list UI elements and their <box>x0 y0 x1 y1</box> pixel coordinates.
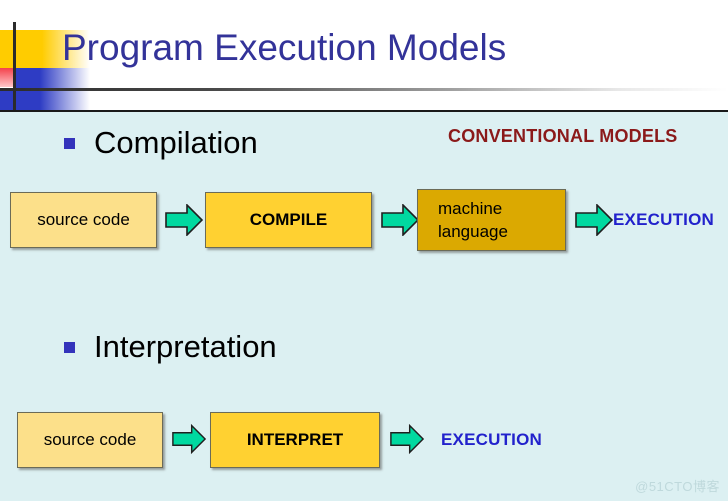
slide-header: Program Execution Models <box>0 0 728 112</box>
decoration-blue-lower-block <box>0 90 13 112</box>
bullet-label-interpretation: Interpretation <box>94 329 277 364</box>
bullet-square-icon <box>64 137 75 149</box>
bullet-item-interpretation: Interpretation <box>64 330 277 364</box>
decoration-horizontal-rule <box>0 88 728 91</box>
flow-arrow-2-compilation <box>381 203 420 241</box>
flow-box-machine-language: machine language <box>417 189 566 251</box>
bullet-item-compilation: Compilation <box>64 126 258 160</box>
watermark: @51CTO博客 <box>635 479 720 494</box>
flow-box-machine-language-line2: language <box>438 222 508 241</box>
flow-box-machine-language-line1: machine <box>438 199 503 218</box>
flow-arrow-1-interpretation <box>172 423 207 459</box>
flow-label-execution-interpretation: EXECUTION <box>441 430 542 449</box>
aside-conventional-models: CONVENTIONAL MODELS <box>448 126 678 146</box>
flow-arrow-2-interpretation <box>390 423 425 459</box>
decoration-vertical-rule <box>13 22 16 112</box>
slide-canvas: Program Execution Models Compilation CON… <box>0 0 728 501</box>
flow-label-execution-compilation: EXECUTION <box>613 210 714 229</box>
decoration-red-block <box>0 68 13 87</box>
bullet-label-compilation: Compilation <box>94 125 258 160</box>
slide-body: Compilation CONVENTIONAL MODELS source c… <box>0 112 728 501</box>
flow-box-source-code-compilation: source code <box>10 192 157 248</box>
flow-box-interpret: INTERPRET <box>210 412 380 468</box>
flow-arrow-3-compilation <box>575 203 614 241</box>
bullet-square-icon <box>64 341 75 353</box>
page-title: Program Execution Models <box>62 27 507 68</box>
decoration-yellow-block <box>0 30 42 68</box>
flow-arrow-1-compilation <box>165 203 204 241</box>
flow-box-compile: COMPILE <box>205 192 372 248</box>
flow-box-source-code-interpretation: source code <box>17 412 163 468</box>
